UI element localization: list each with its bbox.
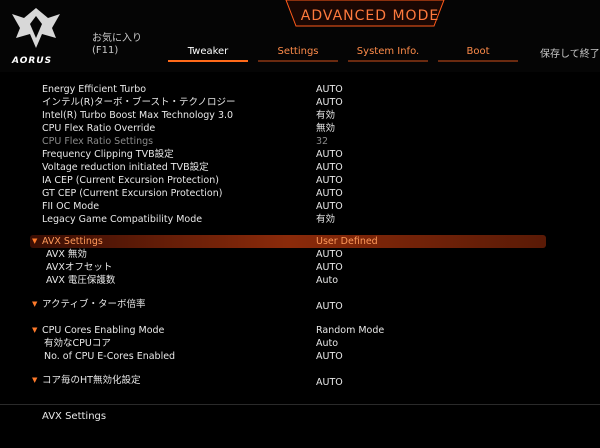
avx-settings-group[interactable]: ▼ AVX Settings User Defined	[30, 235, 546, 248]
help-text: AVX Settings	[42, 411, 107, 422]
setting-row[interactable]: Legacy Game Compatibility Mode 有効	[0, 213, 600, 226]
setting-value[interactable]: AUTO	[316, 261, 343, 274]
setting-label: Legacy Game Compatibility Mode	[42, 214, 203, 225]
setting-label: FII OC Mode	[42, 201, 100, 212]
setting-label: インテル(R)ターボ・ブースト・テクノロジー	[42, 97, 236, 108]
setting-value[interactable]: AUTO	[316, 161, 343, 174]
expand-triangle-icon: ▼	[32, 300, 38, 308]
cpu-cores-group[interactable]: ▼ CPU Cores Enabling Mode Random Mode	[0, 324, 600, 337]
setting-label: IA CEP (Current Excursion Protection)	[42, 175, 219, 186]
expand-triangle-icon: ▼	[32, 376, 38, 384]
tab-tweaker[interactable]: Tweaker	[168, 46, 248, 57]
tab-boot[interactable]: Boot	[438, 46, 518, 57]
group-value[interactable]: Random Mode	[316, 324, 384, 337]
tab-system-info[interactable]: System Info.	[348, 46, 428, 57]
expand-triangle-icon: ▼	[32, 237, 38, 245]
setting-label: Energy Efficient Turbo	[42, 84, 147, 95]
favorites-key: (F11)	[92, 45, 119, 56]
group-label: CPU Cores Enabling Mode	[42, 325, 165, 336]
favorites-label: お気に入り	[92, 33, 142, 44]
setting-row[interactable]: Frequency Clipping TVB設定 AUTO	[0, 148, 600, 161]
tab-settings-underline	[258, 60, 338, 62]
setting-label: CPU Flex Ratio Override	[42, 123, 156, 134]
group-label: コア毎のHT無効化設定	[42, 375, 141, 386]
header-bar: AORUS ADVANCED MODE お気に入り (F11) Tweaker …	[0, 0, 600, 72]
group-value[interactable]: AUTO	[316, 376, 343, 389]
setting-value[interactable]: Auto	[316, 337, 338, 350]
setting-value: 32	[316, 136, 329, 147]
group-value[interactable]: User Defined	[316, 235, 378, 248]
setting-row[interactable]: FII OC Mode AUTO	[0, 200, 600, 213]
setting-row[interactable]: Energy Efficient Turbo AUTO	[0, 83, 600, 96]
setting-label: GT CEP (Current Excursion Protection)	[42, 188, 223, 199]
setting-label: 有効なCPUコア	[44, 338, 111, 349]
setting-label: CPU Flex Ratio Settings	[42, 136, 154, 147]
setting-row[interactable]: AVX 電圧保護数 Auto	[0, 274, 600, 287]
group-label: アクティブ・ターボ倍率	[42, 299, 146, 310]
setting-label: No. of CPU E-Cores Enabled	[44, 351, 176, 362]
setting-value[interactable]: AUTO	[316, 148, 343, 161]
setting-value[interactable]: AUTO	[316, 96, 343, 109]
setting-value[interactable]: AUTO	[316, 248, 343, 261]
setting-row[interactable]: Voltage reduction initiated TVB設定 AUTO	[0, 161, 600, 174]
setting-value[interactable]: AUTO	[316, 83, 343, 96]
setting-value[interactable]: AUTO	[316, 187, 343, 200]
setting-value[interactable]: Auto	[316, 274, 338, 287]
setting-label: Intel(R) Turbo Boost Max Technology 3.0	[42, 110, 234, 121]
setting-value[interactable]: AUTO	[316, 350, 343, 363]
tab-boot-underline	[438, 60, 518, 62]
setting-value[interactable]: AUTO	[316, 174, 343, 187]
setting-row[interactable]: 有効なCPUコア Auto	[0, 337, 600, 350]
ht-group[interactable]: ▼ コア毎のHT無効化設定 AUTO	[0, 374, 600, 389]
tab-settings[interactable]: Settings	[258, 46, 338, 57]
setting-value[interactable]: 有効	[316, 213, 335, 226]
setting-row-disabled: CPU Flex Ratio Settings 32	[0, 135, 600, 148]
save-exit-button[interactable]: 保存して終了	[540, 45, 600, 60]
setting-value[interactable]: 無効	[316, 122, 335, 135]
setting-row[interactable]: IA CEP (Current Excursion Protection) AUT…	[0, 174, 600, 187]
footer-divider	[0, 404, 600, 405]
expand-triangle-icon: ▼	[32, 326, 38, 334]
group-value[interactable]: AUTO	[316, 300, 343, 313]
setting-label: AVX 電圧保護数	[46, 275, 116, 286]
setting-label: AVX 無効	[46, 249, 87, 260]
setting-label: Frequency Clipping TVB設定	[42, 149, 174, 160]
setting-label: AVXオフセット	[46, 262, 113, 273]
setting-row[interactable]: No. of CPU E-Cores Enabled AUTO	[0, 350, 600, 363]
tab-tweaker-underline	[168, 60, 248, 62]
setting-row[interactable]: AVX 無効 AUTO	[0, 248, 600, 261]
setting-row[interactable]: インテル(R)ターボ・ブースト・テクノロジー AUTO	[0, 96, 600, 109]
setting-label: Voltage reduction initiated TVB設定	[42, 162, 209, 173]
favorites-button[interactable]: お気に入り (F11)	[92, 33, 142, 57]
setting-value[interactable]: 有効	[316, 109, 335, 122]
group-label: AVX Settings	[42, 236, 103, 247]
brand-name: AORUS	[12, 56, 53, 66]
active-turbo-group[interactable]: ▼ アクティブ・ターボ倍率 AUTO	[0, 298, 600, 313]
setting-row[interactable]: Intel(R) Turbo Boost Max Technology 3.0 有…	[0, 109, 600, 122]
advanced-mode-title: ADVANCED MODE	[300, 8, 440, 24]
setting-row[interactable]: CPU Flex Ratio Override 無効	[0, 122, 600, 135]
tab-system-info-underline	[348, 60, 428, 62]
setting-row[interactable]: GT CEP (Current Excursion Protection) AUT…	[0, 187, 600, 200]
setting-value[interactable]: AUTO	[316, 200, 343, 213]
setting-row[interactable]: AVXオフセット AUTO	[0, 261, 600, 274]
